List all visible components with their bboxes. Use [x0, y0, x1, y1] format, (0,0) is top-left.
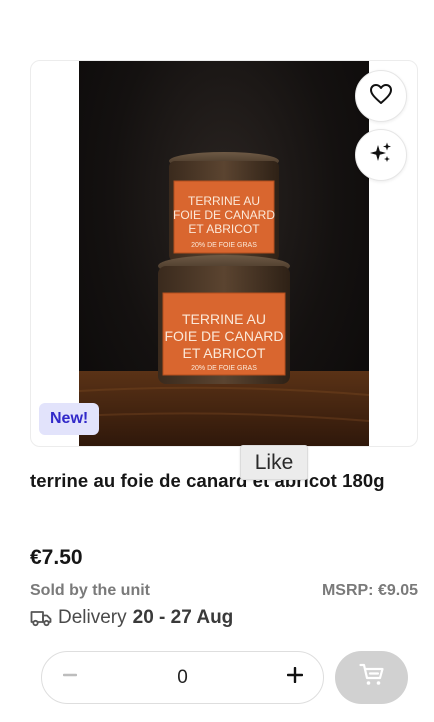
- svg-text:TERRINE AU: TERRINE AU: [182, 311, 266, 327]
- msrp-price: MSRP: €9.05: [321, 582, 418, 599]
- svg-text:20% DE FOIE GRAS: 20% DE FOIE GRAS: [191, 365, 257, 372]
- svg-text:FOIE DE CANARD: FOIE DE CANARD: [164, 328, 283, 344]
- product-title[interactable]: terrine au foie de canard et abricot 180…: [30, 470, 420, 492]
- plus-icon: [286, 666, 304, 688]
- like-button[interactable]: [355, 70, 407, 122]
- new-badge: New!: [39, 403, 100, 435]
- heart-icon: [369, 83, 393, 110]
- sparkles-icon: [369, 141, 393, 170]
- svg-text:20% DE FOIE GRAS: 20% DE FOIE GRAS: [191, 242, 257, 249]
- product-image[interactable]: TERRINE AU FOIE DE CANARD ET ABRICOT 20%…: [79, 61, 369, 446]
- delivery-dates: 20 - 27 Aug: [132, 607, 234, 628]
- cart-icon: [358, 663, 385, 692]
- decrease-quantity-button[interactable]: [44, 652, 96, 703]
- add-to-cart-button[interactable]: [335, 651, 408, 704]
- svg-text:FOIE DE CANARD: FOIE DE CANARD: [173, 208, 275, 222]
- like-tooltip: Like: [240, 445, 308, 480]
- quantity-input[interactable]: [102, 652, 263, 703]
- truck-icon: [30, 609, 52, 627]
- delivery-info: Delivery 20 - 27 Aug: [30, 606, 233, 630]
- svg-text:ET ABRICOT: ET ABRICOT: [188, 222, 260, 236]
- sold-by-unit: Sold by the unit: [30, 582, 150, 599]
- svg-text:TERRINE AU: TERRINE AU: [188, 194, 260, 208]
- ai-suggest-button[interactable]: [355, 129, 407, 181]
- product-price: €7.50: [30, 546, 83, 569]
- delivery-label: Delivery: [58, 607, 127, 628]
- increase-quantity-button[interactable]: [269, 652, 321, 703]
- product-card: TERRINE AU FOIE DE CANARD ET ABRICOT 20%…: [30, 60, 418, 447]
- quantity-stepper: [41, 651, 324, 704]
- minus-icon: [62, 668, 78, 687]
- svg-text:ET ABRICOT: ET ABRICOT: [183, 345, 266, 361]
